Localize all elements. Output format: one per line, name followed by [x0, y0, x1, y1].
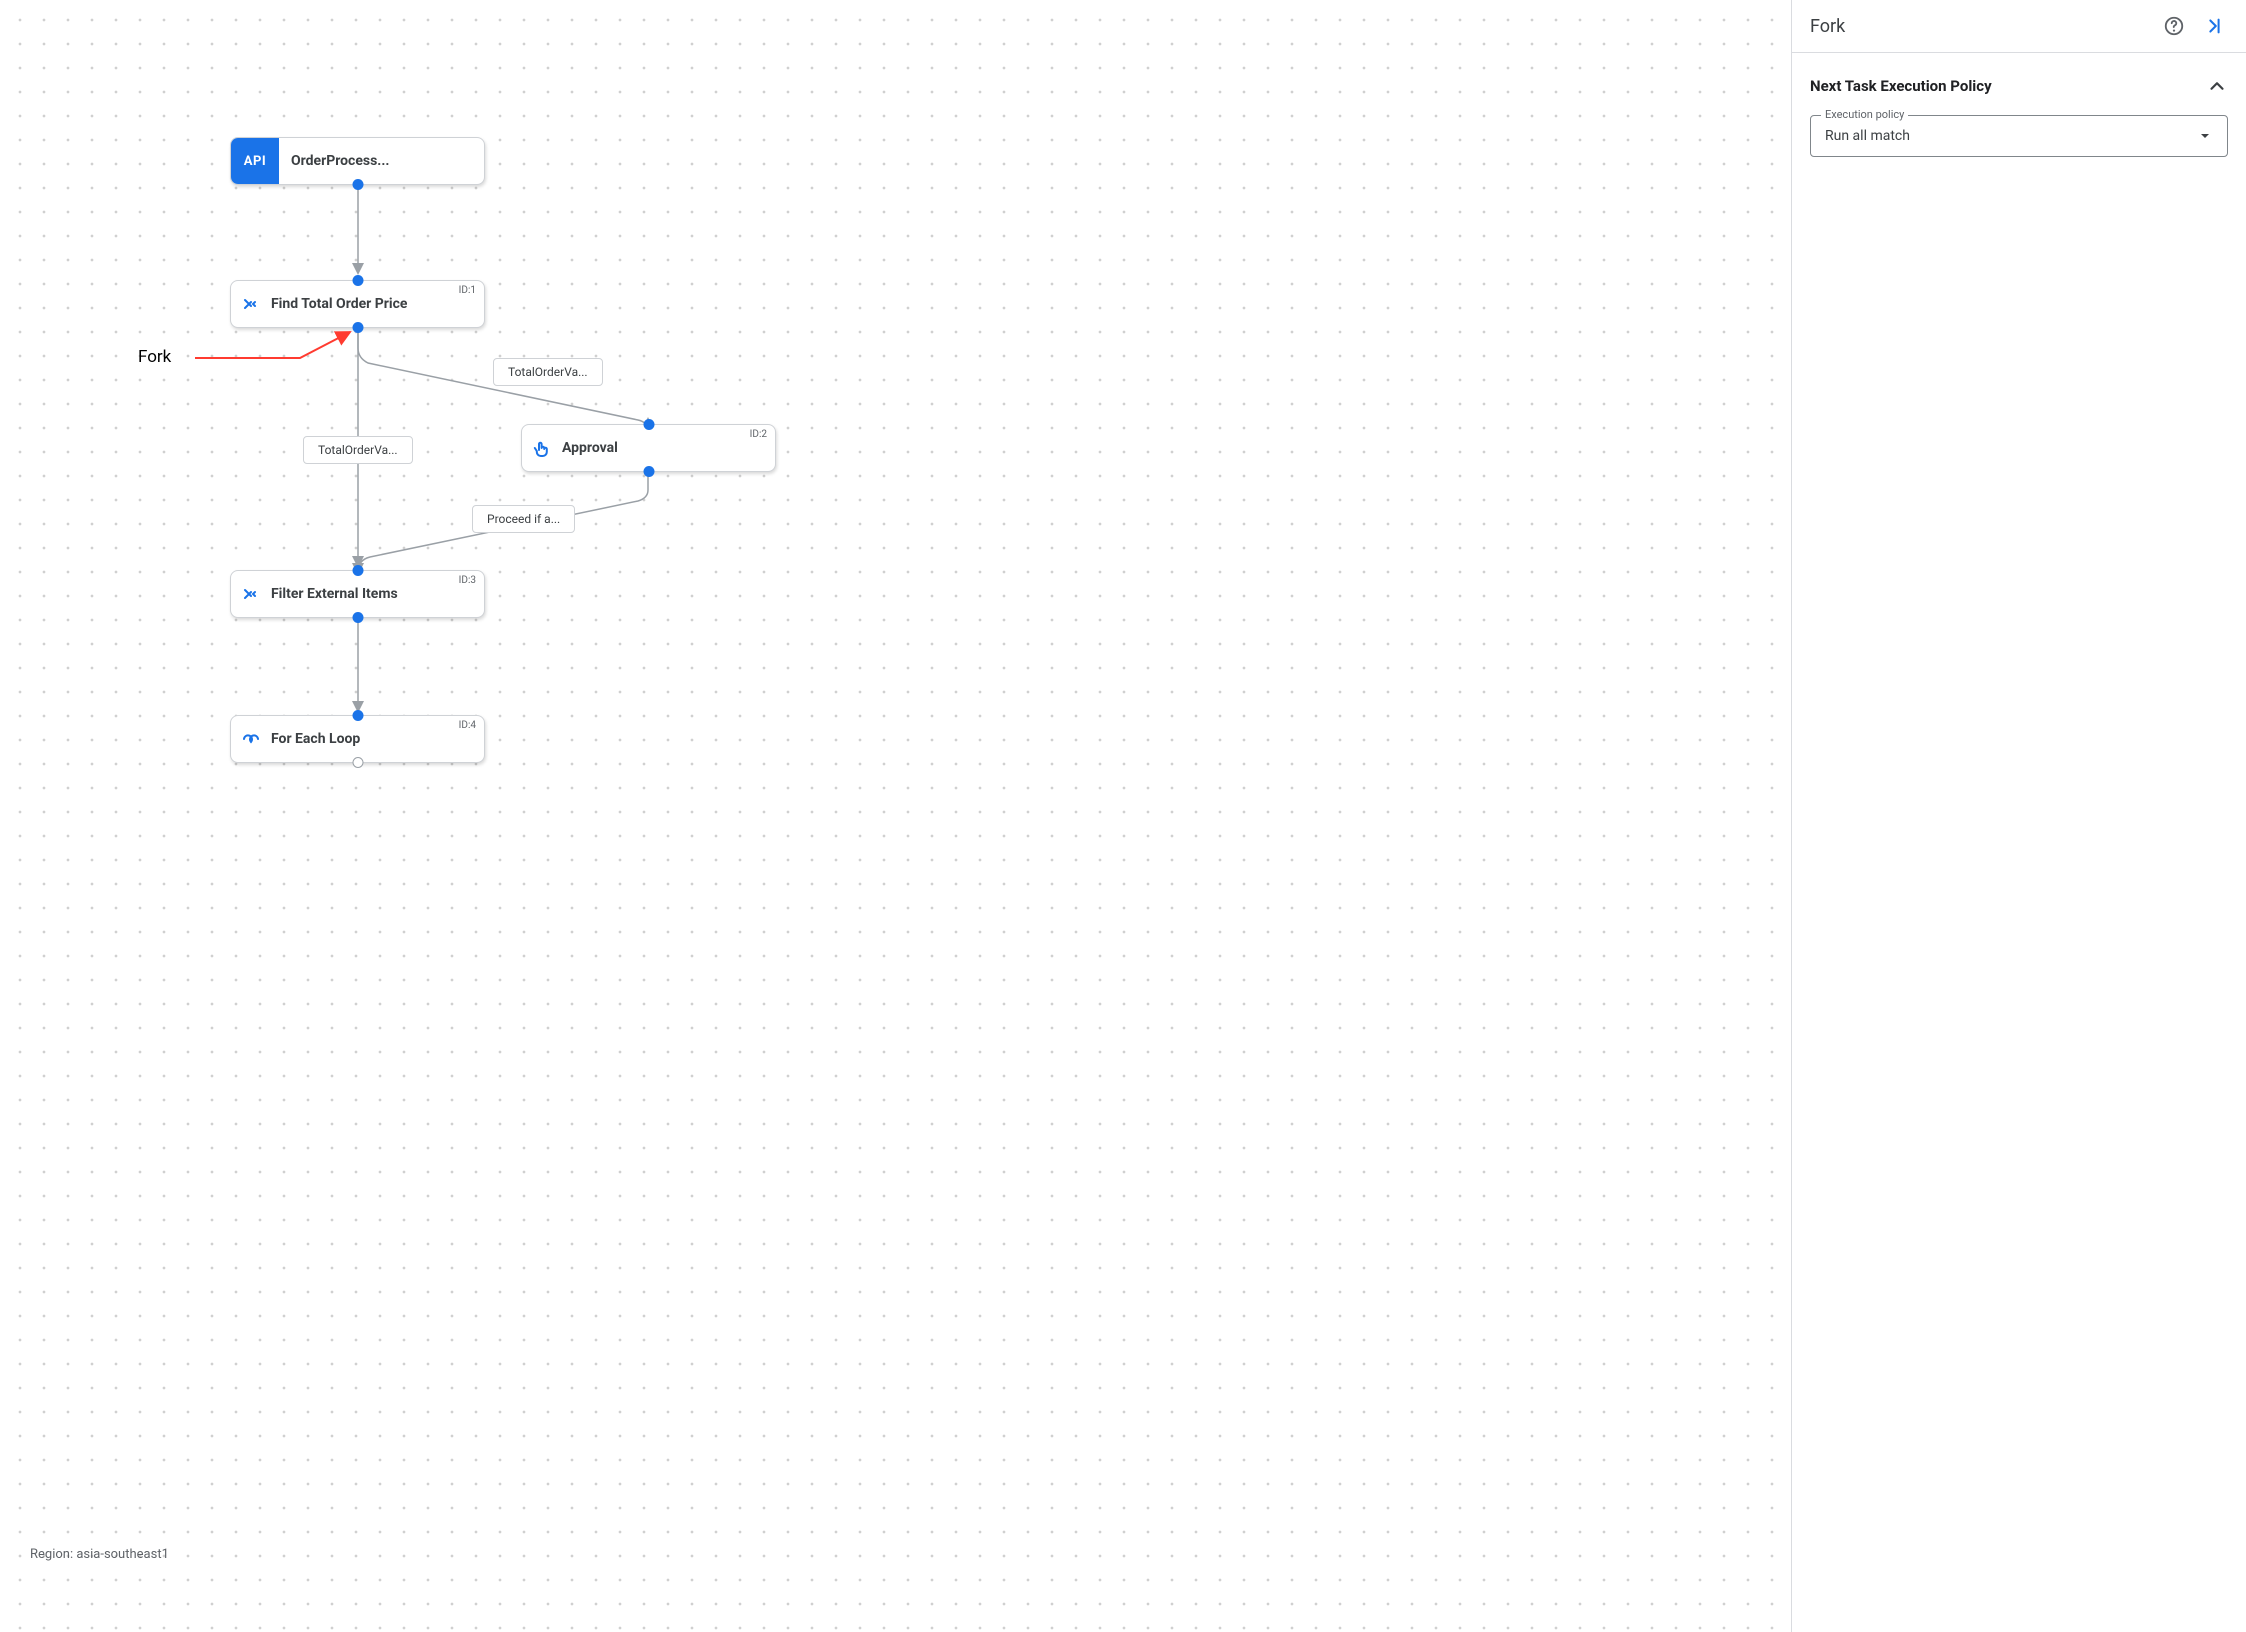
- edge-label-total-left[interactable]: TotalOrderVa...: [303, 436, 413, 464]
- trigger-node-orderprocess[interactable]: API OrderProcess...: [230, 137, 485, 185]
- execution-policy-select[interactable]: Execution policy Run all match: [1810, 115, 2228, 157]
- node-id: ID:4: [459, 720, 476, 731]
- node-id: ID:1: [459, 285, 476, 296]
- approval-icon: [522, 438, 562, 458]
- port-in[interactable]: [352, 565, 363, 576]
- task-node-for-each-loop[interactable]: For Each Loop ID:4: [230, 715, 485, 763]
- select-value: Run all match: [1825, 128, 2197, 144]
- panel-title: Fork: [1810, 16, 2148, 37]
- node-title: For Each Loop: [271, 731, 360, 747]
- node-title: Filter External Items: [271, 586, 398, 602]
- edge-label-proceed[interactable]: Proceed if a...: [472, 505, 575, 533]
- section-title: Next Task Execution Policy: [1810, 77, 1992, 95]
- api-icon: API: [231, 138, 279, 184]
- region-label: Region: asia-southeast1: [30, 1547, 169, 1562]
- collapse-icon: [2203, 15, 2225, 37]
- task-node-filter-external-items[interactable]: Filter External Items ID:3: [230, 570, 485, 618]
- task-node-find-total-order-price[interactable]: Find Total Order Price ID:1: [230, 280, 485, 328]
- properties-panel: Fork Next Task Execution Policy Executio…: [1791, 0, 2246, 1632]
- port-in[interactable]: [352, 275, 363, 286]
- port-in[interactable]: [352, 710, 363, 721]
- port-out[interactable]: [352, 612, 363, 623]
- node-title: Find Total Order Price: [271, 296, 407, 312]
- port-out[interactable]: [643, 466, 654, 477]
- loop-icon: [231, 729, 271, 749]
- section-next-task-policy[interactable]: Next Task Execution Policy: [1810, 59, 2228, 115]
- edge-label-total-right[interactable]: TotalOrderVa...: [493, 358, 603, 386]
- annotation-arrow: [0, 0, 1791, 1632]
- annotation-label: Fork: [138, 347, 171, 367]
- edges-layer: [0, 0, 1791, 1632]
- port-in[interactable]: [643, 419, 654, 430]
- port-out[interactable]: [352, 179, 363, 190]
- node-title: OrderProcess...: [291, 153, 389, 169]
- collapse-panel-button[interactable]: [2200, 12, 2228, 40]
- node-id: ID:2: [750, 429, 767, 440]
- data-mapping-icon: [231, 584, 271, 604]
- task-node-approval[interactable]: Approval ID:2: [521, 424, 776, 472]
- select-legend: Execution policy: [1821, 108, 1908, 121]
- help-button[interactable]: [2160, 12, 2188, 40]
- chevron-up-icon: [2206, 75, 2228, 97]
- workflow-canvas[interactable]: API OrderProcess... Find Total Order Pri…: [0, 0, 1791, 1632]
- caret-down-icon: [2197, 128, 2213, 144]
- panel-header: Fork: [1792, 0, 2246, 53]
- node-id: ID:3: [459, 575, 476, 586]
- data-mapping-icon: [231, 294, 271, 314]
- help-icon: [2163, 15, 2185, 37]
- node-title: Approval: [562, 440, 618, 456]
- port-out[interactable]: [352, 322, 363, 333]
- port-out[interactable]: [352, 757, 363, 768]
